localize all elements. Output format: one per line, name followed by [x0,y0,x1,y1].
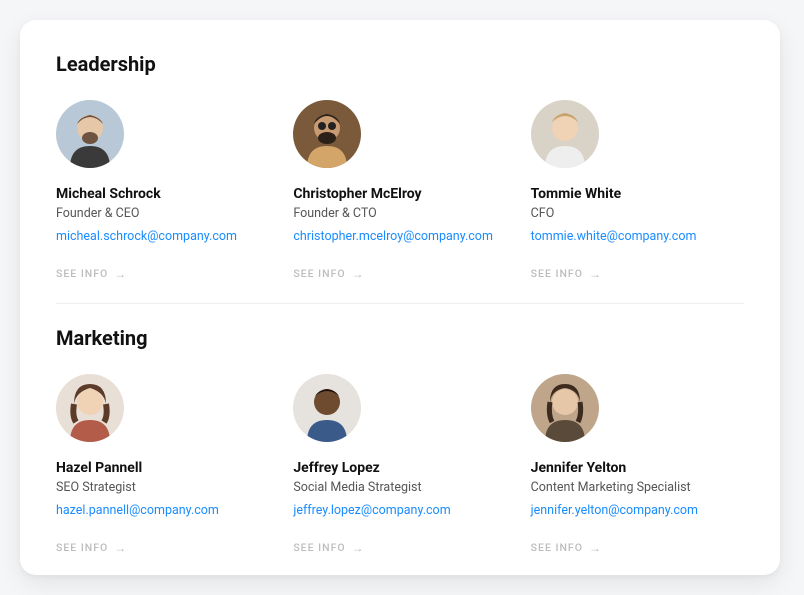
member-card: Micheal Schrock Founder & CEO micheal.sc… [56,100,269,281]
member-name: Jennifer Yelton [531,460,744,476]
member-name: Micheal Schrock [56,186,269,202]
see-info-label: SEE INFO [293,541,345,554]
see-info-label: SEE INFO [56,267,108,280]
member-email[interactable]: tommie.white@company.com [531,229,697,244]
member-name: Tommie White [531,186,744,202]
member-name: Jeffrey Lopez [293,460,506,476]
arrow-right-icon: → [352,267,365,281]
member-email[interactable]: jennifer.yelton@company.com [531,503,698,518]
avatar [531,100,599,168]
member-email[interactable]: micheal.schrock@company.com [56,229,237,244]
leadership-grid: Micheal Schrock Founder & CEO micheal.sc… [56,100,744,281]
arrow-right-icon: → [114,541,127,555]
avatar [293,100,361,168]
avatar [293,374,361,442]
arrow-right-icon: → [589,541,602,555]
member-name: Christopher McElroy [293,186,506,202]
avatar [56,374,124,442]
avatar [56,100,124,168]
see-info-label: SEE INFO [56,541,108,554]
avatar [531,374,599,442]
member-card: Tommie White CFO tommie.white@company.co… [531,100,744,281]
see-info-link[interactable]: SEE INFO → [56,267,127,281]
team-card: Leadership Micheal Schrock Founder & CEO… [20,20,780,575]
member-role: Founder & CTO [293,206,506,221]
arrow-right-icon: → [589,267,602,281]
member-card: Christopher McElroy Founder & CTO christ… [293,100,506,281]
member-name: Hazel Pannell [56,460,269,476]
section-title-leadership: Leadership [56,52,744,76]
member-role: Social Media Strategist [293,480,506,495]
arrow-right-icon: → [114,267,127,281]
member-role: Content Marketing Specialist [531,480,744,495]
see-info-label: SEE INFO [531,267,583,280]
member-card: Jeffrey Lopez Social Media Strategist je… [293,374,506,555]
see-info-label: SEE INFO [531,541,583,554]
member-email[interactable]: jeffrey.lopez@company.com [293,503,450,518]
see-info-label: SEE INFO [293,267,345,280]
see-info-link[interactable]: SEE INFO → [531,267,602,281]
member-card: Hazel Pannell SEO Strategist hazel.panne… [56,374,269,555]
member-email[interactable]: hazel.pannell@company.com [56,503,219,518]
see-info-link[interactable]: SEE INFO → [56,541,127,555]
see-info-link[interactable]: SEE INFO → [293,267,364,281]
member-role: Founder & CEO [56,206,269,221]
arrow-right-icon: → [352,541,365,555]
see-info-link[interactable]: SEE INFO → [531,541,602,555]
marketing-grid: Hazel Pannell SEO Strategist hazel.panne… [56,374,744,555]
member-card: Jennifer Yelton Content Marketing Specia… [531,374,744,555]
see-info-link[interactable]: SEE INFO → [293,541,364,555]
member-email[interactable]: christopher.mcelroy@company.com [293,229,493,244]
member-role: CFO [531,206,744,221]
section-title-marketing: Marketing [56,326,744,350]
section-divider [56,303,744,304]
member-role: SEO Strategist [56,480,269,495]
